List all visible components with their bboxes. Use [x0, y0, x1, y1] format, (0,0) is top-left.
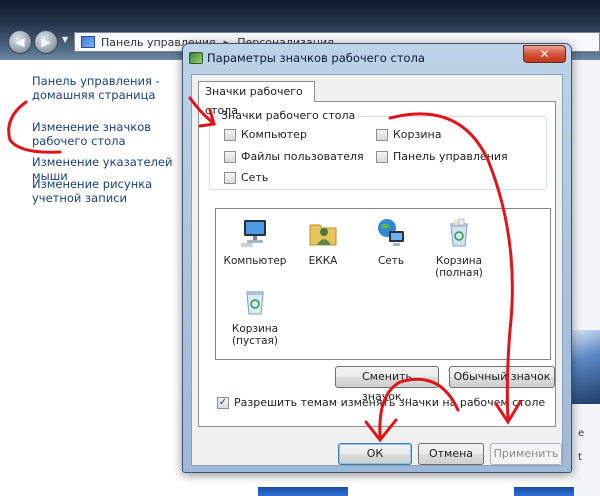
icon-label: Корзина (полная) [435, 255, 483, 279]
close-icon: ✕ [539, 47, 550, 61]
checkbox-box[interactable]: ✓ [217, 396, 229, 409]
checkbox-label: Сеть [241, 171, 269, 184]
sidebar-link-change-account-picture[interactable]: Изменение рисунка учетной записи [32, 177, 192, 205]
apply-button[interactable]: Применить [490, 443, 562, 465]
network-icon [378, 219, 404, 246]
side-letter: e [578, 428, 585, 439]
control-panel-icon [81, 36, 95, 48]
checkbox-label: Файлы пользователя [241, 150, 364, 163]
checkbox-box[interactable] [224, 150, 236, 163]
checkbox-computer[interactable]: Компьютер [224, 128, 307, 141]
theme-thumbnail[interactable] [514, 487, 574, 496]
tab-desktop-icons[interactable]: Значки рабочего стола [198, 81, 315, 117]
checkbox-recycle-bin[interactable]: Корзина [376, 128, 441, 141]
history-dropdown-icon[interactable]: ▼ [62, 36, 70, 44]
checkbox-control-panel[interactable]: Панель управления [376, 150, 508, 163]
theme-thumbnail[interactable] [258, 487, 348, 496]
sidebar-link-change-desktop-icons[interactable]: Изменение значков рабочего стола [32, 120, 192, 148]
icon-list[interactable]: Компьютер ЕККА Сеть Корзина (полная) Кор… [215, 208, 551, 360]
icon-item-network[interactable]: Сеть [356, 217, 426, 267]
checkbox-label: Корзина [393, 128, 442, 141]
dialog-title: Параметры значков рабочего стола [207, 51, 425, 65]
groupbox-label: Значки рабочего стола [218, 109, 359, 122]
recycle-bin-empty-icon [246, 291, 264, 315]
recycle-bin-full-icon [450, 218, 468, 247]
checkbox-network[interactable]: Сеть [224, 171, 268, 184]
icon-label: Сеть [377, 255, 405, 267]
forward-button[interactable]: ▶ [34, 30, 58, 54]
checkbox-box[interactable] [376, 150, 388, 163]
icon-label: Корзина (пустая) [231, 323, 279, 347]
desktop-icons-groupbox: Значки рабочего стола Компьютер Корзина … [209, 109, 547, 190]
checkbox-label: Разрешить темам изменять значки на рабоч… [234, 396, 546, 409]
icon-item-computer[interactable]: Компьютер [220, 217, 290, 267]
icon-label: ЕККА [308, 255, 338, 267]
checkbox-label: Панель управления [393, 150, 508, 163]
computer-icon [241, 220, 266, 247]
theme-thumbnail[interactable] [568, 330, 600, 404]
icon-item-recycle-bin-empty[interactable]: Корзина (пустая) [220, 285, 290, 347]
ok-button[interactable]: ОК [338, 443, 412, 465]
back-button[interactable]: ◀ [8, 30, 32, 54]
checkbox-allow-themes[interactable]: ✓ Разрешить темам изменять значки на раб… [217, 396, 545, 409]
icon-item-recycle-bin-full[interactable]: Корзина (полная) [424, 217, 494, 279]
side-letter: t [578, 452, 582, 463]
checkbox-box[interactable] [224, 128, 236, 141]
cancel-button[interactable]: Отмена [418, 443, 484, 465]
change-icon-button[interactable]: Сменить значок... [335, 366, 439, 403]
icon-item-user-folder[interactable]: ЕККА [288, 217, 358, 267]
checkbox-user-files[interactable]: Файлы пользователя [224, 150, 364, 163]
default-icon-button[interactable]: Обычный значок [449, 366, 555, 388]
desktop-icon-settings-dialog: Параметры значков рабочего стола ✕ Значк… [182, 43, 572, 473]
checkbox-box[interactable] [224, 171, 236, 184]
control-panel-content-edge [570, 60, 600, 496]
sidebar-link-home[interactable]: Панель управления - домашняя страница [32, 74, 192, 102]
dialog-title-icon [189, 52, 203, 64]
checkbox-box[interactable] [376, 128, 388, 141]
checkbox-label: Компьютер [241, 128, 307, 141]
close-button[interactable]: ✕ [523, 45, 566, 63]
user-folder-icon [309, 224, 337, 246]
icon-label: Компьютер [223, 255, 287, 267]
dialog-client-area: Значки рабочего стола Значки рабочего ст… [191, 74, 563, 466]
tab-page: Значки рабочего стола Компьютер Корзина … [198, 101, 556, 427]
